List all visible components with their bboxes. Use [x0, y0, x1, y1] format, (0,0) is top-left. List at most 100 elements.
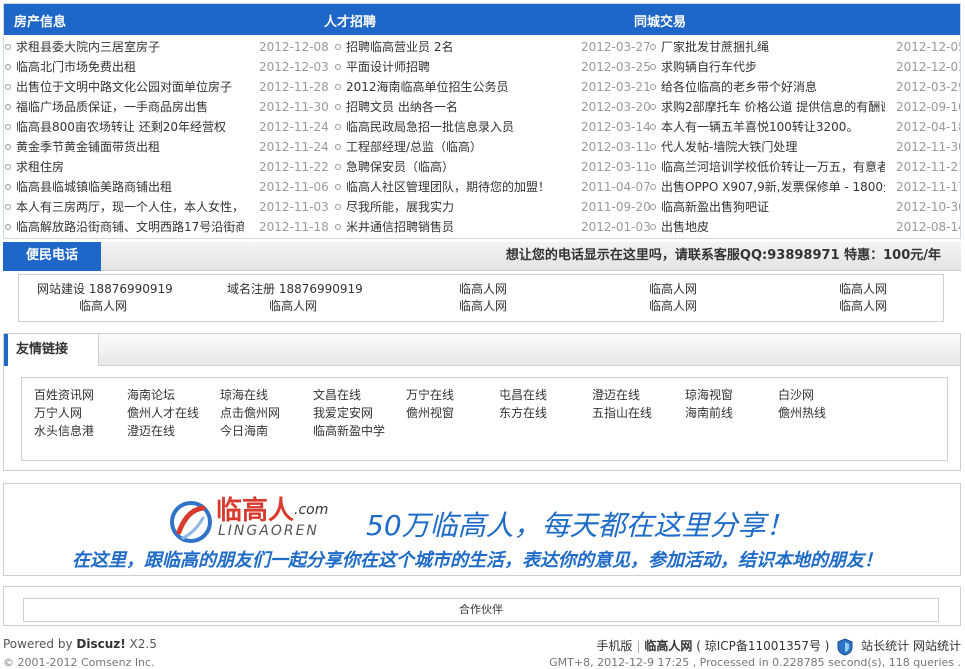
list-item: 出售OPPO X907,9新,发票保修单 - 1800元 2012-11-17 [649, 177, 961, 197]
list-item-title[interactable]: 临高县800亩农场转让 还剩20年经营权 [4, 117, 244, 137]
list-item-title[interactable]: 黄金季节黄金铺面带货出租 [4, 137, 244, 157]
friend-link[interactable]: 水头信息港 [34, 422, 94, 440]
header-jobs[interactable]: 人才招聘 [324, 11, 376, 30]
list-item-title[interactable]: 求租县委大院内三居室房子 [4, 37, 244, 57]
mobile-link[interactable]: 手机版 [596, 639, 632, 653]
discuz-link[interactable]: Discuz! [76, 637, 125, 651]
friend-link[interactable]: 海南论坛 [127, 386, 175, 404]
friend-link[interactable]: 儋州人才在线 [127, 404, 199, 422]
phone-item[interactable]: 临高人网 [79, 298, 127, 315]
list-item-title[interactable]: 本人有一辆五羊喜悦100转让3200。 [649, 117, 885, 137]
friend-link[interactable]: 海南前线 [685, 404, 733, 422]
list-item-title[interactable]: 出售OPPO X907,9新,发票保修单 - 1800元 [649, 177, 885, 197]
list-item-title[interactable]: 代人发帖-墙院大铁门处理 [649, 137, 885, 157]
logo-text-com: .com [294, 502, 329, 518]
list-item-title[interactable]: 本人有三房两厅，现一个人住，本人女性， [4, 197, 244, 217]
listings-header: 房产信息 人才招聘 同城交易 [4, 4, 960, 35]
list-item-date: 2012-11-28 [259, 80, 329, 94]
list-item-title[interactable]: 工程部经理/总监（临高） [334, 137, 574, 157]
friend-link[interactable]: 东方在线 [499, 404, 547, 422]
list-item: 临高县800亩农场转让 还剩20年经营权 2012-11-24 [4, 117, 334, 137]
list-item-title[interactable]: 临高县临城镇临美路商铺出租 [4, 177, 244, 197]
friend-link[interactable]: 百姓资讯网 [34, 386, 94, 404]
friend-link[interactable]: 文昌在线 [313, 386, 361, 404]
list-item-title[interactable]: 急聘保安员（临高） [334, 157, 574, 177]
promo-banner[interactable]: 临高人 .com LINGAOREN 50万临高人，每天都在这里分享！ 在这里，… [3, 483, 961, 576]
list-item-date: 2012-11-22 [259, 160, 329, 174]
phone-item[interactable]: 临高人网 [269, 298, 317, 315]
friend-link[interactable]: 澄迈在线 [127, 422, 175, 440]
list-item-title[interactable]: 尽我所能，展我实力 [334, 197, 574, 217]
friend-link[interactable]: 琼海在线 [220, 386, 268, 404]
housing-list: 求租县委大院内三居室房子 2012-12-08 临高北门市场免费出租 2012-12-… [4, 37, 334, 237]
icp-link[interactable]: ( 琼ICP备11001357号 ) [696, 639, 829, 653]
logo-text-cn: 临高人 [216, 496, 295, 526]
friend-link[interactable]: 澄迈在线 [592, 386, 640, 404]
phone-item[interactable]: 临高人网 [839, 281, 887, 298]
friend-link[interactable]: 今日海南 [220, 422, 268, 440]
list-item-title[interactable]: 临高解放路沿街商铺、文明西路17号沿街商 [4, 217, 244, 237]
list-item-date: 2012-11-24 [259, 120, 329, 134]
bullet-icon [335, 84, 341, 90]
list-item-title[interactable]: 给各位临高的老乡带个好消息 [649, 77, 885, 97]
tab-friend-links[interactable]: 友情链接 [4, 334, 99, 366]
tab-phone[interactable]: 便民电话 [3, 242, 101, 271]
friend-link[interactable]: 屯昌在线 [499, 386, 547, 404]
list-item-date: 2011-04-07 [581, 180, 651, 194]
list-item-title[interactable]: 出售位于文明中路文化公园对面单位房子 [4, 77, 244, 97]
list-item-title[interactable]: 出售地皮 [649, 217, 885, 237]
list-item-title[interactable]: 米井通信招聘销售员 [334, 217, 574, 237]
list-item-title[interactable]: 平面设计师招聘 [334, 57, 574, 77]
friend-link[interactable]: 点击儋州网 [220, 404, 280, 422]
list-item-date: 2012-12-03 [259, 60, 329, 74]
phone-item[interactable]: 域名注册 18876990919 [227, 281, 363, 298]
partner-label[interactable]: 合作伙伴 [23, 598, 939, 622]
bullet-icon [5, 44, 11, 50]
list-item-title[interactable]: 福临广场品质保证，一手商品房出售 [4, 97, 244, 117]
friend-link[interactable]: 万宁在线 [406, 386, 454, 404]
list-item-title[interactable]: 临高民政局急招一批信息录入员 [334, 117, 574, 137]
friend-link[interactable]: 儋州热线 [778, 404, 826, 422]
header-housing[interactable]: 房产信息 [14, 11, 66, 30]
shield-icon[interactable] [837, 637, 853, 656]
friend-link[interactable]: 琼海视窗 [685, 386, 733, 404]
list-item-title[interactable]: 临高新盈出售狗吧证 [649, 197, 885, 217]
stats-link-2[interactable]: 网站统计 [913, 639, 961, 653]
list-item-date: 2012-11-18 [259, 220, 329, 234]
friend-link[interactable]: 我爱定安网 [313, 404, 373, 422]
friend-link[interactable]: 五指山在线 [592, 404, 652, 422]
phone-item[interactable]: 临高人网 [839, 298, 887, 315]
friend-link[interactable]: 万宁人网 [34, 404, 82, 422]
list-item-date: 2012-11-21 [896, 160, 961, 174]
list-item-title[interactable]: 求购辆自行车代步 [649, 57, 885, 77]
list-item-title[interactable]: 求购2部摩托车 价格公道 提供信息的有酬谢 [649, 97, 885, 117]
trade-list: 厂家批发甘蔗捆扎绳 2012-12-05 求购辆自行车代步 2012-12-03 给各位… [649, 37, 961, 237]
friend-link[interactable]: 白沙网 [778, 386, 814, 404]
list-item-title[interactable]: 招聘临高营业员 2名 [334, 37, 574, 57]
friend-link[interactable]: 临高新盈中学 [313, 422, 385, 440]
list-item-title[interactable]: 厂家批发甘蔗捆扎绳 [649, 37, 885, 57]
list-item-title[interactable]: 求租住房 [4, 157, 244, 177]
friend-link[interactable]: 儋州视窗 [406, 404, 454, 422]
phone-section-bar: 便民电话 想让您的电话显示在这里吗，请联系客服QQ:93898971 特惠：10… [3, 242, 961, 271]
header-trade[interactable]: 同城交易 [634, 11, 686, 30]
phone-item[interactable]: 临高人网 [649, 298, 697, 315]
phone-item[interactable]: 网站建设 18876990919 [37, 281, 173, 298]
list-item: 福临广场品质保证，一手商品房出售 2012-11-30 [4, 97, 334, 117]
list-item-title[interactable]: 临高兰河培训学校低价转让一万五，有意者 [649, 157, 885, 177]
list-item-title[interactable]: 招聘文员 出纳各一名 [334, 97, 574, 117]
list-item-date: 2012-03-20 [581, 100, 651, 114]
bullet-icon [5, 64, 11, 70]
list-item-title[interactable]: 临高北门市场免费出租 [4, 57, 244, 77]
list-item: 给各位临高的老乡带个好消息 2012-03-29 [649, 77, 960, 97]
list-item-title[interactable]: 2012海南临高单位招生公务员 [334, 77, 574, 97]
list-item-date: 2012-11-17 [896, 180, 961, 194]
stats-link-1[interactable]: 站长统计 [861, 639, 909, 653]
phone-item[interactable]: 临高人网 [649, 281, 697, 298]
list-item: 求购2部摩托车 价格公道 提供信息的有酬谢 2012-09-10 [649, 97, 960, 117]
phone-item[interactable]: 临高人网 [459, 281, 507, 298]
site-name-link[interactable]: 临高人网 [644, 639, 692, 653]
phone-item[interactable]: 临高人网 [459, 298, 507, 315]
list-item-title[interactable]: 临高人社区管理团队，期待您的加盟！ [334, 177, 574, 197]
bullet-icon [650, 184, 656, 190]
